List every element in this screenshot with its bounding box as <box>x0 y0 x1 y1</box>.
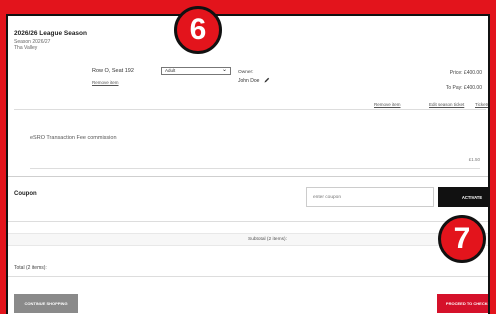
owner-name-row: John Doe <box>238 77 270 85</box>
step-badge-7: 7 <box>438 215 486 263</box>
activate-coupon-button[interactable]: ACTIVATE <box>438 187 488 207</box>
fee-label: eSRO Transaction Fee commission <box>30 135 117 141</box>
total-label: Total (2 items): <box>14 265 47 271</box>
subtotal-label: Subtotal (2 items): <box>248 237 287 242</box>
basket-panel: 2026/26 League Season Season 2026/27 Tha… <box>6 14 490 314</box>
coupon-input[interactable] <box>306 187 434 207</box>
remove-item-action[interactable]: Remove item <box>374 102 401 107</box>
divider <box>30 168 480 169</box>
subtotal-row: Subtotal (2 items): <box>8 233 488 246</box>
ticket-type-value: Adult <box>165 68 176 73</box>
pencil-icon[interactable] <box>264 77 270 85</box>
divider <box>8 221 488 222</box>
owner-name: John Doe <box>238 78 260 84</box>
edit-season-ticket-link[interactable]: Edit season ticket <box>429 102 464 107</box>
remove-item-link[interactable]: Remove item <box>92 80 119 85</box>
coupon-label: Coupon <box>14 191 37 197</box>
to-pay-text: To Pay: £400.00 <box>445 85 482 91</box>
season-title: 2026/26 League Season <box>14 30 87 37</box>
ticket-type-select[interactable]: Adult ⌄ <box>161 67 231 75</box>
seat-label: Row O, Seat 192 <box>92 68 134 74</box>
step-badge-6: 6 <box>174 6 222 54</box>
venue-name: Tha Valley <box>14 45 38 51</box>
price-text: Price: £400.00 <box>449 70 482 76</box>
continue-shopping-button[interactable]: CONTINUE SHOPPING <box>14 294 78 313</box>
divider <box>8 176 488 177</box>
divider <box>14 109 486 110</box>
chevron-down-icon: ⌄ <box>221 67 227 73</box>
owner-label: Owner: <box>238 70 254 75</box>
proceed-to-checkout-button[interactable]: PROCEED TO CHECKOUT <box>437 294 488 313</box>
tickets-link[interactable]: Tickets <box>475 102 488 107</box>
divider <box>8 276 488 277</box>
fee-amount: £1.50 <box>468 157 480 162</box>
